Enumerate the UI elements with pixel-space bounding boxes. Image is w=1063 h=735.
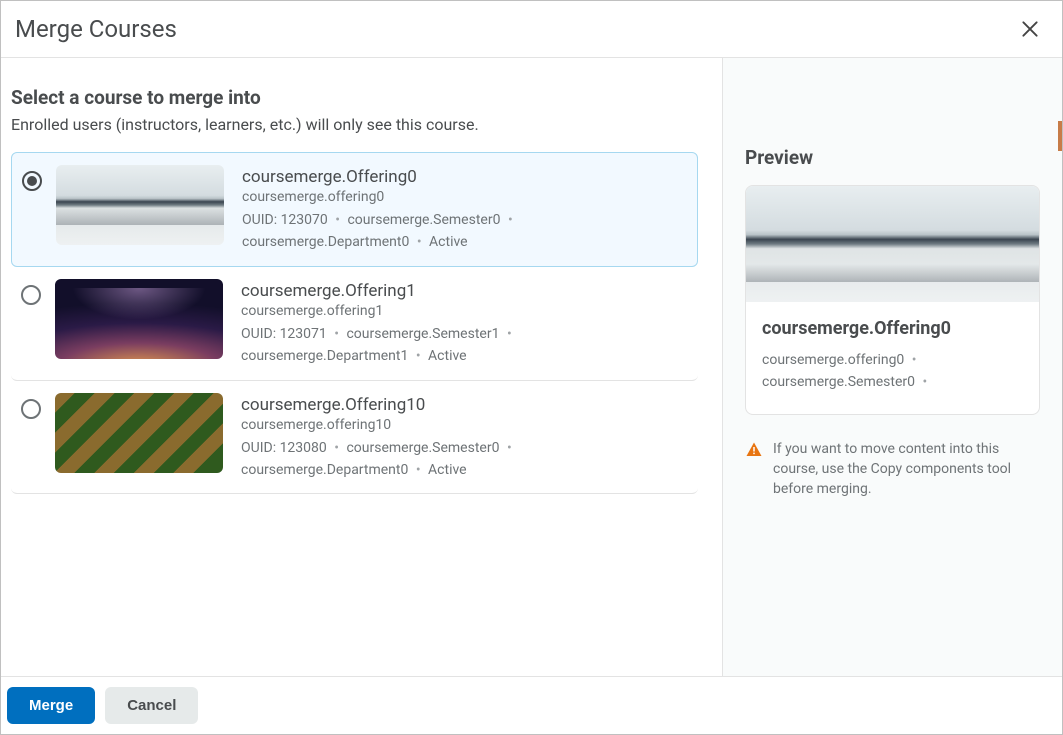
- course-radio[interactable]: [21, 399, 41, 419]
- course-title: coursemerge.Offering0: [242, 167, 687, 187]
- dialog-title: Merge Courses: [15, 15, 177, 43]
- warning-block: If you want to move content into this co…: [745, 439, 1040, 500]
- course-detail-line: coursemerge.Department1 • Active: [241, 345, 688, 367]
- preview-card-semester: coursemerge.Semester0 •: [762, 371, 1023, 393]
- course-detail-line: coursemerge.Department0 • Active: [242, 231, 687, 253]
- preview-pane: Preview coursemerge.Offering0 coursemerg…: [722, 58, 1062, 676]
- select-subtext: Enrolled users (instructors, learners, e…: [11, 115, 698, 134]
- close-icon: [1020, 19, 1040, 39]
- merge-button[interactable]: Merge: [7, 687, 95, 724]
- course-code: coursemerge.offering1: [241, 303, 688, 319]
- course-radio[interactable]: [21, 285, 41, 305]
- course-meta: coursemerge.Offering10 coursemerge.offer…: [241, 393, 688, 482]
- course-code: coursemerge.offering10: [241, 417, 688, 433]
- course-item[interactable]: coursemerge.Offering1 coursemerge.offeri…: [11, 267, 698, 381]
- preview-heading: Preview: [745, 146, 1040, 169]
- dialog-body: Select a course to merge into Enrolled u…: [1, 58, 1062, 676]
- course-meta: coursemerge.Offering1 coursemerge.offeri…: [241, 279, 688, 368]
- preview-thumbnail: [746, 186, 1039, 302]
- preview-card-title: coursemerge.Offering0: [762, 318, 1023, 339]
- course-title: coursemerge.Offering10: [241, 395, 688, 415]
- course-radio[interactable]: [22, 171, 42, 191]
- course-detail-line: OUID: 123080 • coursemerge.Semester0 •: [241, 437, 688, 459]
- dialog-header: Merge Courses: [1, 1, 1062, 58]
- preview-card: coursemerge.Offering0 coursemerge.offeri…: [745, 185, 1040, 415]
- course-item[interactable]: coursemerge.Offering10 coursemerge.offer…: [11, 381, 698, 495]
- course-code: coursemerge.offering0: [242, 189, 687, 205]
- preview-card-code: coursemerge.offering0 •: [762, 349, 1023, 371]
- course-thumbnail: [55, 279, 223, 359]
- course-title: coursemerge.Offering1: [241, 281, 688, 301]
- course-select-pane: Select a course to merge into Enrolled u…: [1, 58, 722, 676]
- course-thumbnail: [56, 165, 224, 245]
- warning-icon: [745, 441, 763, 459]
- cancel-button[interactable]: Cancel: [105, 687, 198, 724]
- scroll-indicator: [1058, 121, 1062, 151]
- course-list: coursemerge.Offering0 coursemerge.offeri…: [11, 152, 698, 494]
- course-detail-line: coursemerge.Department0 • Active: [241, 459, 688, 481]
- course-item[interactable]: coursemerge.Offering0 coursemerge.offeri…: [11, 152, 698, 267]
- merge-courses-dialog: Merge Courses Select a course to merge i…: [1, 1, 1062, 734]
- course-meta: coursemerge.Offering0 coursemerge.offeri…: [242, 165, 687, 254]
- select-heading: Select a course to merge into: [11, 86, 698, 109]
- course-detail-line: OUID: 123070 • coursemerge.Semester0 •: [242, 209, 687, 231]
- warning-text: If you want to move content into this co…: [773, 439, 1040, 500]
- dialog-footer: Merge Cancel: [1, 676, 1062, 734]
- course-thumbnail: [55, 393, 223, 473]
- preview-card-body: coursemerge.Offering0 coursemerge.offeri…: [746, 302, 1039, 414]
- course-detail-line: OUID: 123071 • coursemerge.Semester1 •: [241, 323, 688, 345]
- close-button[interactable]: [1016, 15, 1044, 43]
